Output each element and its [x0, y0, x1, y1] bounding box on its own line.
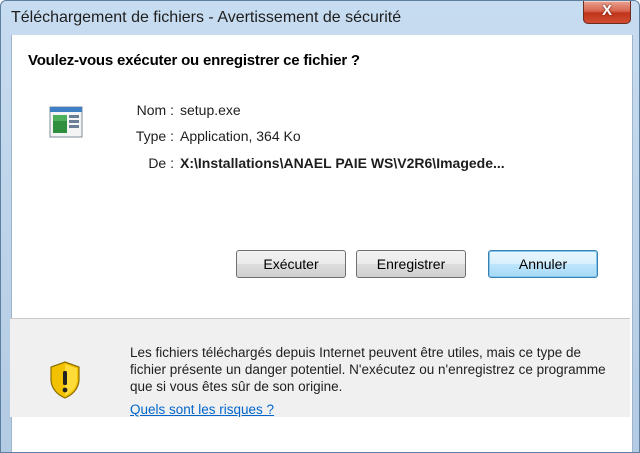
warning-text: Les fichiers téléchargés depuis Internet…	[130, 345, 606, 394]
shield-warning-icon	[50, 361, 80, 399]
risks-link[interactable]: Quels sont les risques ?	[130, 402, 274, 417]
